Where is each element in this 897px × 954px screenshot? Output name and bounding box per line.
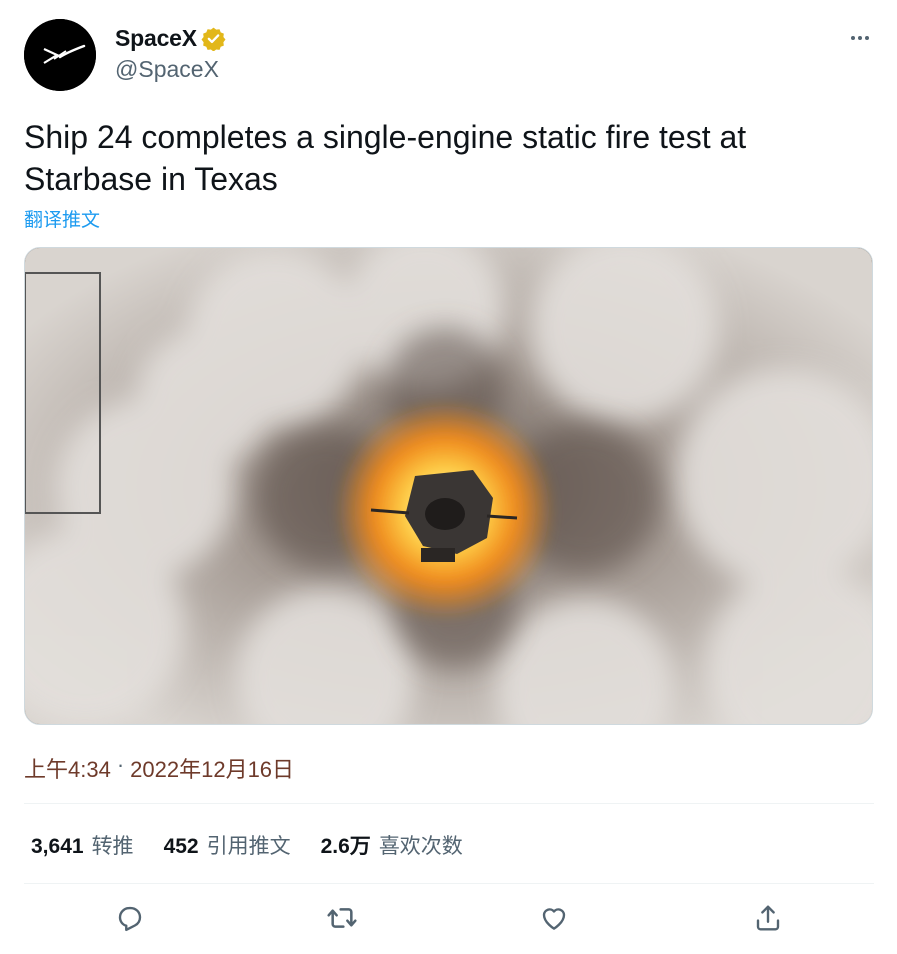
- quote-count-label: 引用推文: [206, 835, 291, 858]
- retweet-icon: [327, 908, 357, 928]
- tweet-time[interactable]: 上午4:34: [24, 752, 111, 784]
- translate-tweet-link[interactable]: 翻译推文: [24, 205, 100, 232]
- tweet-actions: [24, 900, 874, 936]
- retweet-count-label: 转推: [91, 835, 134, 858]
- verified-badge-icon: [201, 26, 226, 52]
- timestamp-separator: ·: [116, 752, 125, 777]
- retweet-count-value: 3,641: [31, 835, 84, 858]
- tweet-text: Ship 24 completes a single-engine static…: [24, 119, 747, 197]
- tweet-timestamp[interactable]: 上午4:34 · 2022年12月16日: [24, 752, 294, 784]
- like-button[interactable]: [536, 900, 572, 936]
- more-options-button[interactable]: [848, 26, 872, 50]
- divider-bottom: [24, 883, 874, 884]
- divider-top: [24, 803, 874, 804]
- author-name-row[interactable]: SpaceX: [115, 25, 226, 52]
- retweet-button[interactable]: [324, 900, 360, 936]
- share-button[interactable]: [750, 900, 786, 936]
- tweet-date[interactable]: 2022年12月16日: [130, 752, 294, 784]
- reply-button[interactable]: [112, 900, 148, 936]
- tweet-media-image[interactable]: [24, 247, 873, 725]
- like-count[interactable]: 2.6万 喜欢次数: [321, 830, 463, 860]
- more-icon: [851, 36, 869, 40]
- static-fire-photo: [25, 248, 872, 724]
- like-icon: [542, 908, 566, 930]
- like-count-value: 2.6万: [320, 835, 371, 858]
- like-count-label: 喜欢次数: [378, 835, 463, 858]
- author-handle[interactable]: @SpaceX: [115, 56, 219, 83]
- retweet-count[interactable]: 3,641 转推: [31, 830, 134, 860]
- avatar[interactable]: [24, 19, 96, 91]
- spacex-logo-icon: [24, 19, 96, 91]
- author-display-name[interactable]: SpaceX: [115, 25, 197, 52]
- tweet-stats: 3,641 转推 452 引用推文 2.6万 喜欢次数: [31, 830, 463, 860]
- share-icon: [756, 905, 780, 931]
- quote-count[interactable]: 452 引用推文: [164, 830, 291, 860]
- quote-count-value: 452: [163, 835, 199, 858]
- reply-icon: [118, 906, 142, 932]
